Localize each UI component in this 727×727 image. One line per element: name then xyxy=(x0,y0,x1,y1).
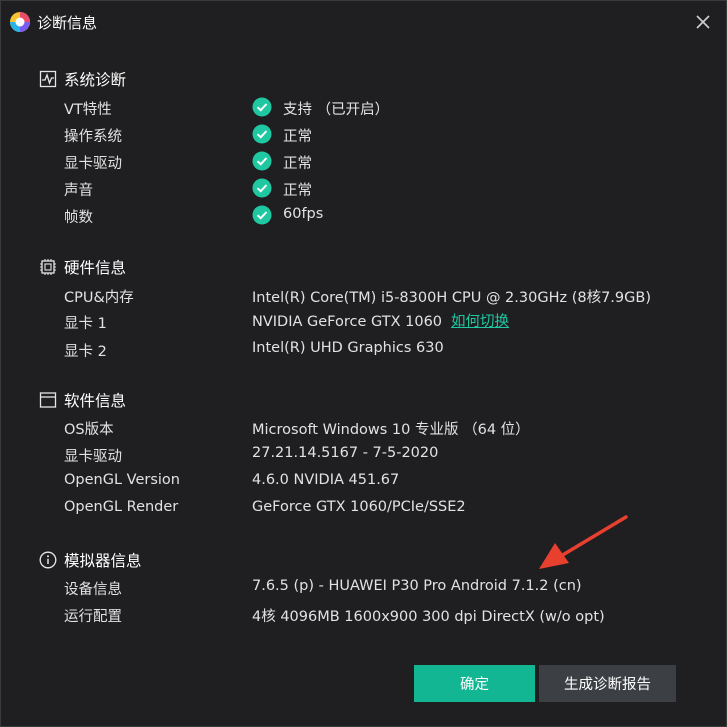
section-system-title: 系统诊断 xyxy=(64,71,127,89)
title-bar: 诊断信息 xyxy=(1,1,726,43)
cpu-label: CPU&内存 xyxy=(64,290,134,306)
os-version-value: Microsoft Windows 10 专业版 （64 位） xyxy=(252,422,530,438)
annotation-arrow-icon xyxy=(539,515,628,569)
driver-version-label: 显卡驱动 xyxy=(64,449,122,465)
chip-icon xyxy=(40,259,56,275)
opengl-render-label: OpenGL Render xyxy=(64,499,179,515)
gpu1-label: 显卡 1 xyxy=(64,316,107,332)
check-circle-icon xyxy=(252,97,272,117)
opengl-version-value: 4.6.0 NVIDIA 451.67 xyxy=(252,472,400,488)
sound-label: 声音 xyxy=(64,183,93,199)
vt-label: VT特性 xyxy=(64,102,112,118)
opengl-render-value: GeForce GTX 1060/PCIe/SSE2 xyxy=(252,499,466,515)
check-circle-icon xyxy=(252,124,272,144)
gpu1-value: NVIDIA GeForce GTX 1060 xyxy=(252,314,443,330)
gpu1-value-wrap: NVIDIA GeForce GTX 1060 如何切换 xyxy=(252,310,509,331)
window-icon xyxy=(39,392,57,408)
check-circle-icon xyxy=(252,178,272,198)
check-circle-icon xyxy=(252,205,272,225)
cpu-value: Intel(R) Core(TM) i5-8300H CPU @ 2.30GHz… xyxy=(252,290,651,306)
app-logo-icon xyxy=(10,12,30,32)
close-icon[interactable] xyxy=(690,9,716,35)
gpu-driver-value: 正常 xyxy=(283,156,312,172)
os-value: 正常 xyxy=(283,129,312,145)
ok-button[interactable]: 确定 xyxy=(414,665,535,702)
generate-report-button[interactable]: 生成诊断报告 xyxy=(539,665,676,702)
run-config-value: 4核 4096MB 1600x900 300 dpi DirectX (w/o … xyxy=(252,609,605,625)
section-hardware-title: 硬件信息 xyxy=(64,259,127,277)
vt-value: 支持 （已开启） xyxy=(283,102,390,118)
pulse-monitor-icon xyxy=(39,70,57,88)
section-emulator: 模拟器信息 xyxy=(39,548,142,572)
device-info-label: 设备信息 xyxy=(64,582,122,598)
section-system: 系统诊断 xyxy=(39,67,126,91)
window-title: 诊断信息 xyxy=(37,14,98,32)
section-emulator-title: 模拟器信息 xyxy=(64,552,142,570)
fps-label: 帧数 xyxy=(64,210,93,226)
os-label: 操作系统 xyxy=(64,129,122,145)
check-circle-icon xyxy=(252,151,272,171)
section-software-title: 软件信息 xyxy=(64,392,127,410)
diagnostic-dialog: 诊断信息 系统诊断 VT特性 支持 （已开启） 操作系统 正常 显卡驱动 正常 … xyxy=(0,0,727,727)
section-software: 软件信息 xyxy=(39,388,126,412)
gpu2-value: Intel(R) UHD Graphics 630 xyxy=(252,340,444,356)
sound-value: 正常 xyxy=(283,183,312,199)
section-hardware: 硬件信息 xyxy=(39,255,126,279)
gpu-driver-label: 显卡驱动 xyxy=(64,156,122,172)
info-circle-icon xyxy=(39,551,57,569)
run-config-label: 运行配置 xyxy=(64,609,122,625)
driver-version-value: 27.21.14.5167 - 7-5-2020 xyxy=(252,445,439,461)
fps-value: 60fps xyxy=(283,206,324,222)
os-version-label: OS版本 xyxy=(64,422,114,438)
opengl-version-label: OpenGL Version xyxy=(64,472,180,488)
gpu2-label: 显卡 2 xyxy=(64,344,107,360)
how-to-switch-link[interactable]: 如何切换 xyxy=(451,314,509,330)
